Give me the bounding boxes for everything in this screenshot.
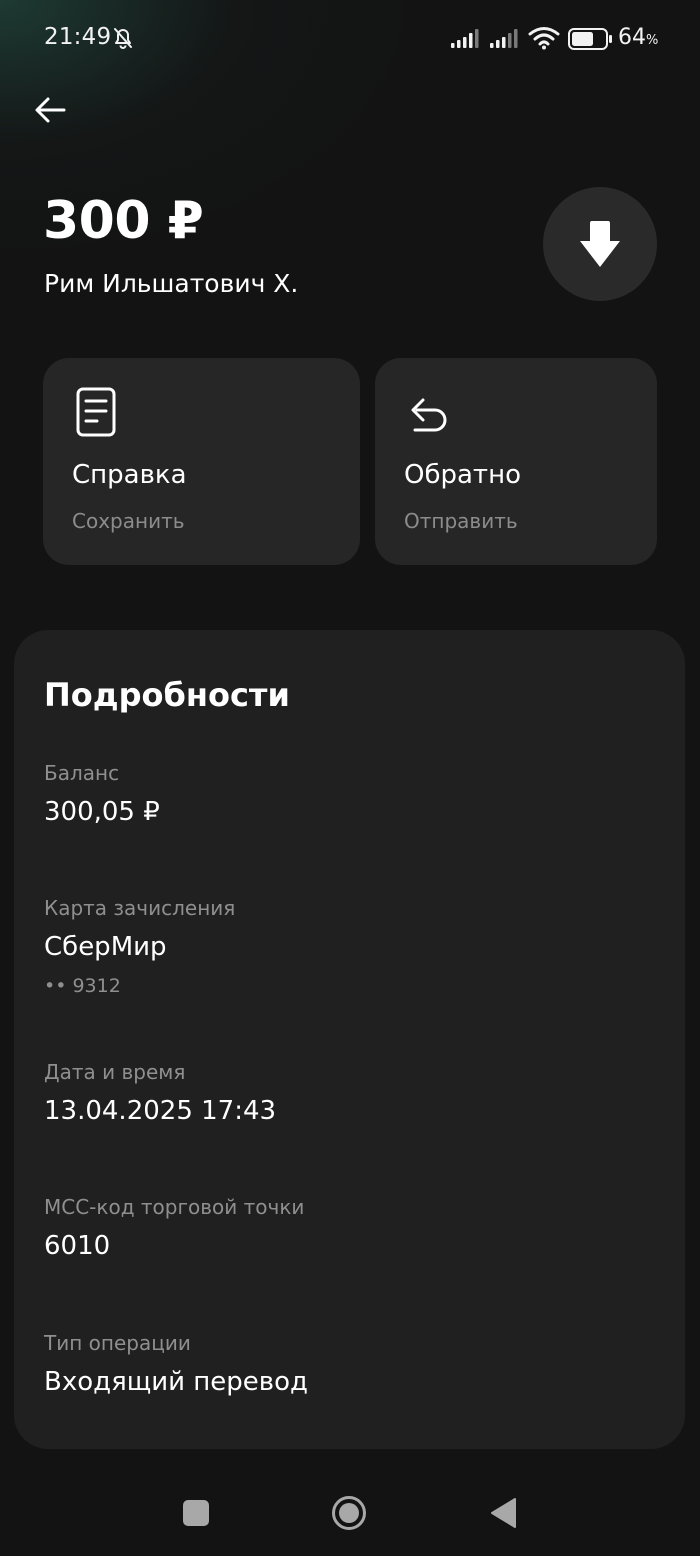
recents-square-icon[interactable] xyxy=(183,1500,209,1526)
signal-icon xyxy=(451,29,479,48)
battery-percentage: 64% xyxy=(618,25,659,50)
return-card-title: Обратно xyxy=(404,460,521,490)
details-panel: Подробности Баланс 300,05 ₽ Карта зачисл… xyxy=(14,630,685,1449)
back-button[interactable] xyxy=(30,90,70,130)
back-triangle-icon[interactable] xyxy=(489,1497,517,1529)
details-title: Подробности xyxy=(44,676,290,714)
arrow-left-icon xyxy=(35,97,66,123)
document-icon xyxy=(76,387,116,437)
balance-value: 300,05 ₽ xyxy=(44,797,160,827)
mcc-value: 6010 xyxy=(44,1231,111,1261)
battery-icon xyxy=(568,28,612,50)
status-bar: 21:49 64% xyxy=(0,0,700,76)
card-number-masked: •• 9312 xyxy=(44,975,121,997)
datetime-value: 13.04.2025 17:43 xyxy=(44,1096,277,1126)
receipt-card-button[interactable]: Справка Сохранить xyxy=(43,358,360,565)
card-label: Карта зачисления xyxy=(44,896,236,920)
receipt-card-subtitle: Сохранить xyxy=(72,509,185,533)
operation-type-label: Тип операции xyxy=(44,1331,191,1355)
arrow-down-icon xyxy=(580,221,620,267)
operation-type-value: Входящий перевод xyxy=(44,1367,308,1397)
transfer-amount: 300 ₽ xyxy=(43,191,204,251)
sender-name: Рим Ильшатович Х. xyxy=(44,269,299,298)
datetime-label: Дата и время xyxy=(44,1060,186,1084)
return-card-subtitle: Отправить xyxy=(404,509,518,533)
signal-icon xyxy=(490,29,518,48)
home-circle-icon[interactable] xyxy=(331,1495,367,1531)
card-name-value: СберМир xyxy=(44,932,167,962)
system-nav-bar xyxy=(0,1470,700,1556)
status-time: 21:49 xyxy=(44,24,112,50)
wifi-icon xyxy=(528,27,560,50)
mcc-label: MCC-код торговой точки xyxy=(44,1195,305,1219)
balance-label: Баланс xyxy=(44,761,120,785)
receipt-card-title: Справка xyxy=(72,460,187,490)
return-transfer-card-button[interactable]: Обратно Отправить xyxy=(375,358,657,565)
bell-muted-icon xyxy=(114,28,132,49)
return-arrow-icon xyxy=(411,398,447,432)
incoming-transfer-badge xyxy=(543,187,657,301)
